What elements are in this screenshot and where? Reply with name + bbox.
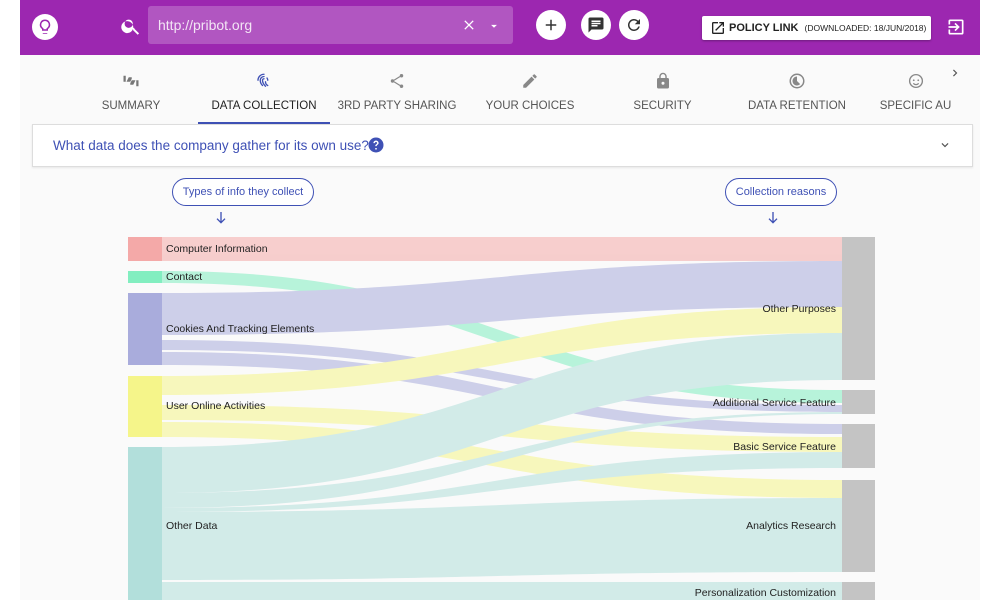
label-cookies-tracking: Cookies And Tracking Elements (166, 323, 314, 335)
node-basic-service-feature[interactable] (842, 424, 875, 468)
node-analytics-research[interactable] (842, 480, 875, 572)
node-other-data[interactable] (128, 447, 162, 600)
label-contact: Contact (166, 271, 202, 283)
label-personalization-customization: Personalization Customization (695, 587, 836, 599)
app-page: http://pribot.org POLICY LINK (DOWNLOADE… (20, 0, 980, 600)
node-additional-service-feature[interactable] (842, 390, 875, 414)
node-personalization-customization[interactable] (842, 582, 875, 600)
node-other-purposes[interactable] (842, 237, 875, 380)
label-basic-service-feature: Basic Service Feature (733, 441, 836, 453)
node-cookies-tracking[interactable] (128, 293, 162, 365)
sankey-diagram: Computer Information Contact Cookies And… (128, 237, 875, 600)
label-analytics-research: Analytics Research (746, 520, 836, 532)
label-other-data: Other Data (166, 520, 218, 532)
node-contact[interactable] (128, 271, 162, 283)
node-user-online-activities[interactable] (128, 376, 162, 437)
label-additional-service-feature: Additional Service Feature (713, 397, 836, 409)
label-other-purposes: Other Purposes (762, 303, 836, 315)
target-nodes (842, 237, 875, 600)
source-nodes (128, 237, 162, 600)
label-computer-information: Computer Information (166, 243, 268, 255)
sankey-links (162, 237, 842, 600)
label-user-online-activities: User Online Activities (166, 400, 265, 412)
node-computer-information[interactable] (128, 237, 162, 261)
